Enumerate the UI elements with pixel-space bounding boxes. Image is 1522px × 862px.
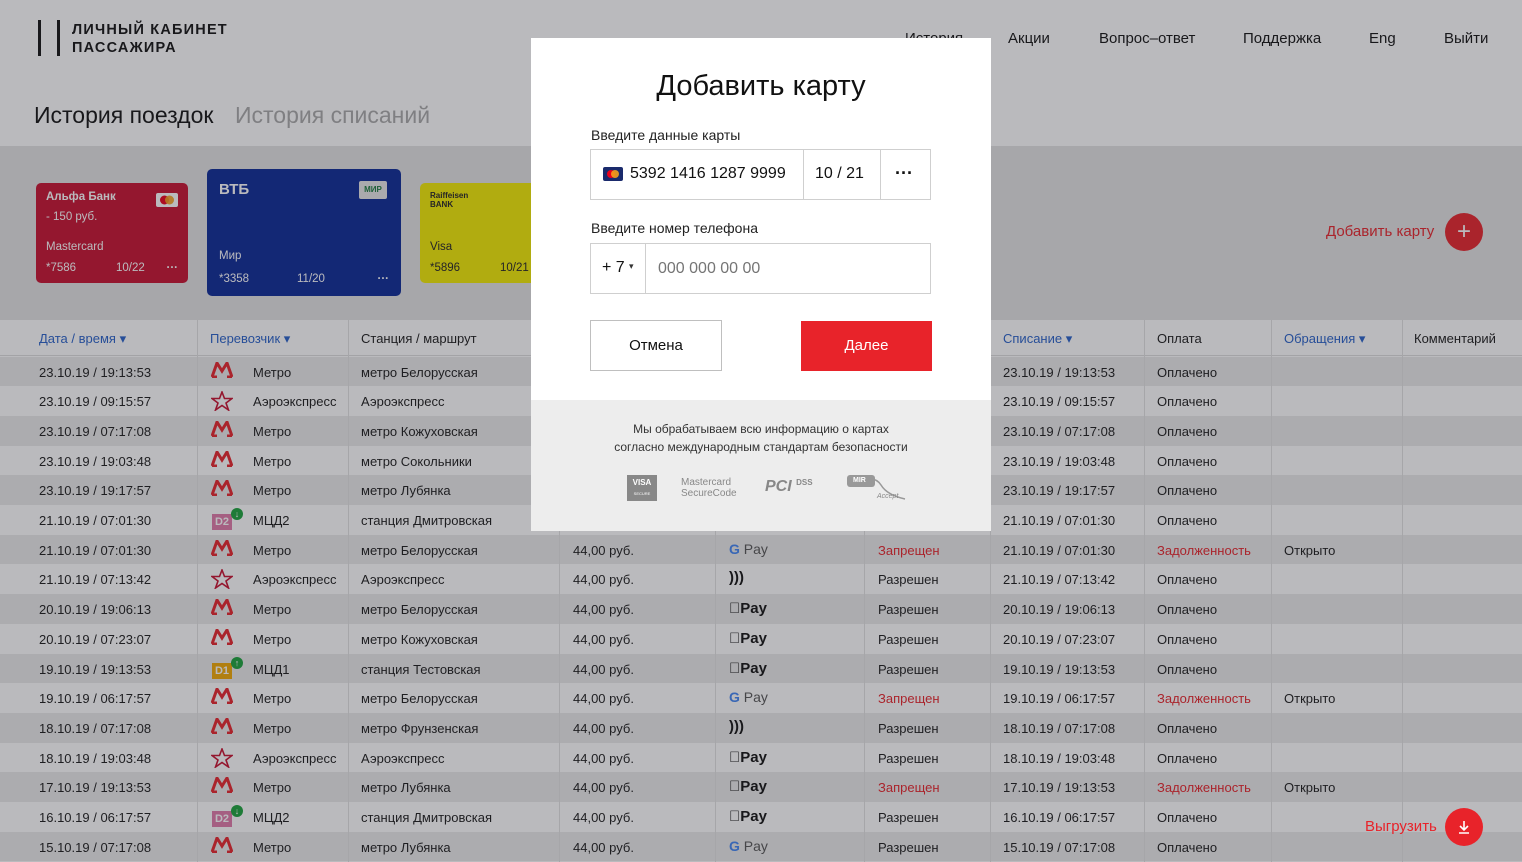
security-footer: Мы обрабатываем всю информацию о картах …: [531, 400, 991, 531]
card-data-label: Введите данные карты: [591, 127, 741, 143]
card-cvc-input[interactable]: ···: [880, 149, 931, 200]
card-number-value: 5392 1416 1287 9999: [630, 165, 786, 182]
card-expiry-value: 10 / 21: [815, 165, 864, 182]
download-icon: [1445, 808, 1483, 846]
cvc-mask: ···: [895, 163, 913, 183]
export-label: Выгрузить: [1365, 818, 1437, 835]
export-button[interactable]: Выгрузить: [1365, 808, 1485, 846]
next-button[interactable]: Далее: [801, 321, 932, 371]
phone-label: Введите номер телефона: [591, 220, 758, 236]
cancel-button[interactable]: Отмена: [590, 320, 722, 371]
card-expiry-input[interactable]: 10 / 21: [803, 149, 881, 200]
pci-dss-badge: PCI DSS: [765, 478, 813, 495]
modal-title: Добавить карту: [656, 70, 866, 102]
chevron-down-icon: ▾: [629, 261, 634, 271]
country-code-value: + 7: [602, 259, 625, 276]
security-text-line1: Мы обрабатываем всю информацию о картах: [633, 422, 889, 436]
country-code-select[interactable]: + 7 ▾: [590, 243, 646, 294]
security-text-line2: согласно международным стандартам безопа…: [614, 440, 908, 454]
visa-secure-badge: VISA SECURE: [627, 475, 657, 501]
mastercard-securecode-badge: Mastercard SecureCode: [681, 477, 737, 499]
card-number-input[interactable]: 5392 1416 1287 9999: [590, 149, 804, 200]
phone-input[interactable]: [645, 243, 931, 294]
add-card-modal: Добавить карту Введите данные карты 5392…: [531, 38, 991, 531]
mastercard-icon: [603, 167, 623, 186]
mir-accept-badge: MIR Accept: [847, 475, 909, 505]
